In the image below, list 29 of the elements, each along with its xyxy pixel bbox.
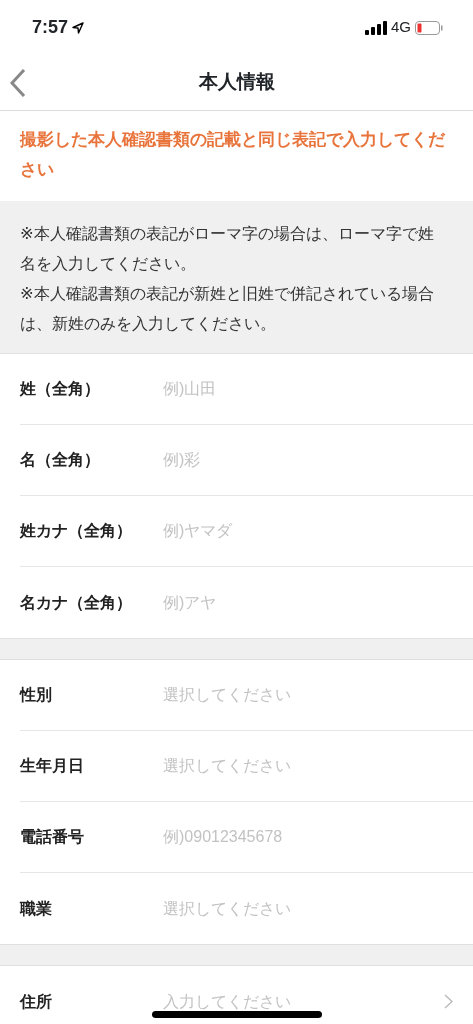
field-label: 性別 xyxy=(20,685,53,705)
signal-icon xyxy=(365,20,387,35)
field-label: 姓（全角） xyxy=(20,379,101,399)
battery-icon xyxy=(415,20,443,35)
address-field[interactable]: 入力してください xyxy=(163,989,444,1014)
page-title: 本人情報 xyxy=(198,70,275,95)
field-label: 電話番号 xyxy=(20,827,85,847)
field-label: 名（全角） xyxy=(20,450,101,470)
select-field[interactable]: 選択してください xyxy=(163,896,453,921)
select-field[interactable]: 選択してください xyxy=(163,683,453,707)
field-label: 生年月日 xyxy=(20,756,85,776)
note-text: ※本人確認書類の表記が新姓と旧姓で併記されている場合は、新姓のみを入力してください。 xyxy=(20,283,435,334)
field-label: 姓カナ（全角） xyxy=(20,521,133,541)
back-icon[interactable] xyxy=(10,69,26,97)
location-arrow-icon xyxy=(72,21,85,34)
select-field[interactable]: 選択してください xyxy=(163,754,453,778)
input-field[interactable]: 例)山田 xyxy=(163,377,453,401)
field-label: 職業 xyxy=(20,898,53,919)
field-label: 名カナ（全角） xyxy=(20,592,133,613)
chevron-right-icon xyxy=(444,994,453,1009)
status-time: 7:57 xyxy=(32,16,69,39)
note-text: ※本人確認書類の表記がローマ字の場合は、ローマ字で姓名を入力してください。 xyxy=(20,223,435,274)
field-label: 住所 xyxy=(20,991,53,1012)
network-label: 4G xyxy=(391,17,411,38)
input-field[interactable]: 例)アヤ xyxy=(163,590,453,615)
input-field[interactable]: 例)彩 xyxy=(163,448,453,472)
notice-text: 撮影した本人確認書類の記載と同じ表記で入力してください xyxy=(18,129,446,181)
input-field[interactable]: 例)09012345678 xyxy=(163,825,453,849)
input-field[interactable]: 例)ヤマダ xyxy=(163,519,453,543)
